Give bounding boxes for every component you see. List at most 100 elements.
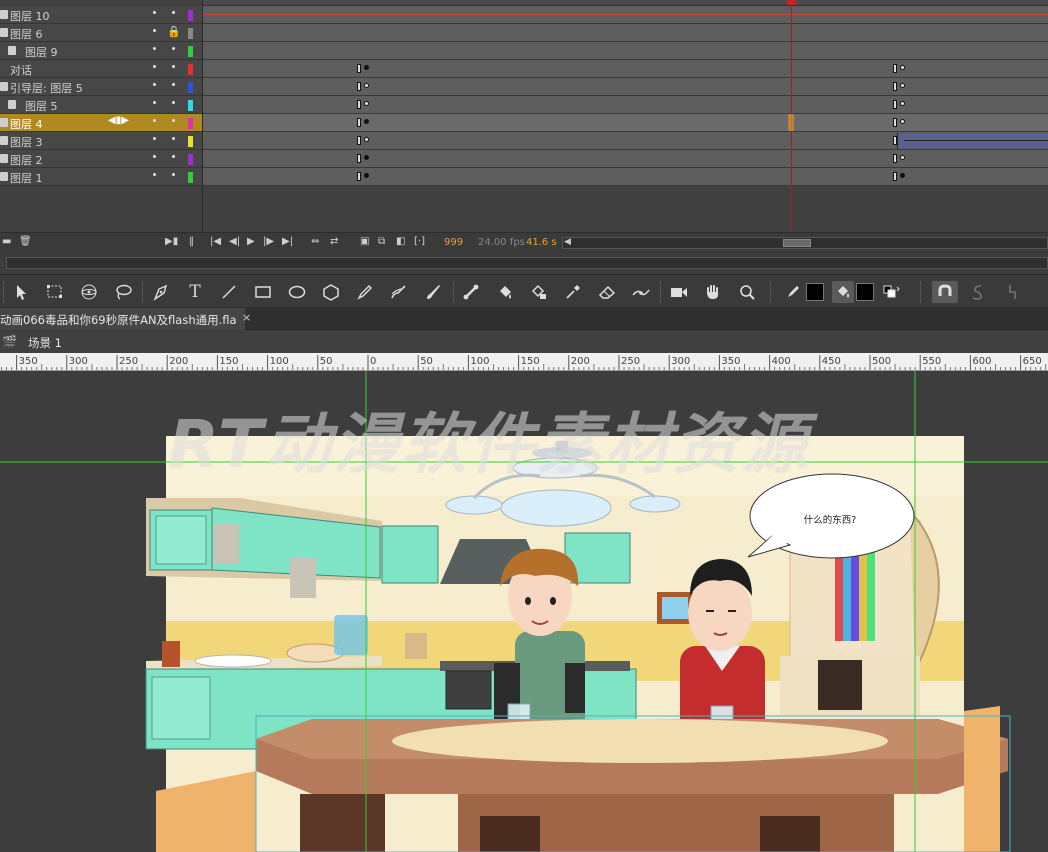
keyframe[interactable] [900,119,905,124]
layer-row[interactable]: 图层 3 [0,132,202,150]
width-tool-icon[interactable] [630,281,652,303]
loop-icon[interactable]: ⇄ [330,236,338,247]
scene-name[interactable]: 场景 1 [28,335,62,351]
layer-name[interactable]: 图层 4 [10,116,43,132]
modify-markers-icon[interactable]: [·] [414,236,425,247]
stroke-pencil-icon[interactable] [782,281,804,303]
onion-outline-icon[interactable]: ⧉ [378,236,385,247]
bone-tool-icon[interactable] [460,281,482,303]
lock-toggle[interactable] [172,65,175,68]
playhead-handle[interactable] [787,0,796,5]
panel-options-icon[interactable]: ‖ [189,236,194,247]
visibility-toggle[interactable] [153,65,156,68]
stroke-color-swatch[interactable] [806,283,824,301]
selection-tool-icon[interactable] [10,281,32,303]
elapsed-time[interactable]: 41.6 s [526,237,557,248]
lock-toggle[interactable] [172,119,175,122]
keyframe-end-marker[interactable] [357,100,361,109]
camera-layer-icon[interactable]: ▶▮ [165,236,178,247]
layer-name[interactable]: 图层 2 [10,152,43,168]
frame-rate[interactable]: 24.00 fps [478,237,525,248]
visibility-toggle[interactable] [153,137,156,140]
keyframe-end-marker[interactable] [357,172,361,181]
polystar-tool-icon[interactable] [320,281,342,303]
layer-row[interactable]: 图层 4 ◀▮▶ [0,114,202,132]
keyframe-end-marker[interactable] [357,118,361,127]
camera-tool-icon[interactable] [668,281,690,303]
keyframe[interactable] [364,65,369,70]
layer-name[interactable]: 图层 10 [10,8,50,24]
lasso-tool-icon[interactable] [112,281,134,303]
zoom-tool-icon[interactable] [736,281,758,303]
layer-row[interactable]: 引导层: 图层 5 [0,78,202,96]
layer-outline-color[interactable] [188,10,193,21]
keyframe-end-marker[interactable] [893,82,897,91]
frame-row[interactable] [203,114,1048,132]
swap-colors-icon[interactable] [880,281,902,303]
scrollbar-thumb[interactable] [783,239,811,247]
layer-outline-color[interactable] [188,118,193,129]
keyframe[interactable] [900,83,905,88]
frame-row[interactable] [203,60,1048,78]
keyframe[interactable] [364,119,369,124]
visibility-toggle[interactable] [153,155,156,158]
lock-toggle[interactable] [172,101,175,104]
layer-outline-color[interactable] [188,136,193,147]
layer-outline-color[interactable] [188,46,193,57]
frame-row[interactable] [203,78,1048,96]
document-tab[interactable]: 动画066毒品和你69秒原件AN及flash通用.fla [0,308,245,330]
keyframe-end-marker[interactable] [893,100,897,109]
keyframe[interactable] [900,173,905,178]
layer-name[interactable]: 图层 3 [10,134,43,150]
classic-tween[interactable] [897,133,1048,149]
layer-outline-color[interactable] [188,100,193,111]
layer-outline-color[interactable] [188,154,193,165]
keyframe-end-marker[interactable] [357,82,361,91]
lock-toggle[interactable] [172,83,175,86]
visibility-toggle[interactable] [153,119,156,122]
next-frame-icon[interactable]: |▶ [263,236,274,247]
straighten-tool-icon[interactable] [1001,281,1023,303]
visibility-toggle[interactable] [153,29,156,32]
ink-bottle-tool-icon[interactable] [528,281,550,303]
property-strip[interactable] [6,257,1048,269]
fill-color-swatch[interactable] [856,283,874,301]
lock-toggle[interactable] [172,173,175,176]
horizontal-ruler[interactable]: 350 300 250 200 150 100 50 0 50 100 150 200 250 300 35… [0,353,1048,371]
keyframe-end-marker[interactable] [893,64,897,73]
keyframe-end-marker[interactable] [357,154,361,163]
center-frame-icon[interactable]: ⇔ [311,236,319,247]
timeline-scrollbar[interactable]: ◀ [562,237,1048,249]
keyframe-end-marker[interactable] [893,172,897,181]
layer-row[interactable]: 图层 10 [0,6,202,24]
free-transform-tool-icon[interactable] [44,281,66,303]
frame-row[interactable] [203,24,1048,42]
keyframe-end-marker[interactable] [893,154,897,163]
keyframe-end-marker[interactable] [357,136,361,145]
oval-tool-icon[interactable] [286,281,308,303]
brush-tool-icon[interactable] [422,281,444,303]
keyframe[interactable] [900,101,905,106]
last-frame-icon[interactable]: ▶| [282,236,293,247]
pen-tool-icon[interactable] [150,281,172,303]
paint-bucket-tool-icon[interactable] [494,281,516,303]
keyframe[interactable] [900,65,905,70]
scroll-left-icon[interactable]: ◀ [564,237,571,247]
snap-magnet-icon[interactable] [932,281,958,303]
keyframe[interactable] [364,137,369,142]
eyedropper-tool-icon[interactable] [562,281,584,303]
layer-row[interactable]: 图层 5 [0,96,202,114]
keyframe[interactable] [364,173,369,178]
pencil-tool-icon[interactable] [354,281,376,303]
layer-outline-color[interactable] [188,172,193,183]
edit-multiple-frames-icon[interactable]: ◧ [396,236,405,247]
paint-brush-tool-icon[interactable] [388,281,410,303]
lock-toggle[interactable] [172,155,175,158]
frame-row[interactable] [203,42,1048,60]
fill-bucket-icon[interactable] [832,281,854,303]
stage[interactable]: RT动漫软件素材资源 什么的东西? [0,371,1048,852]
play-icon[interactable]: ▶ [247,236,255,247]
layer-name[interactable]: 对话 [10,62,32,78]
layer-name[interactable]: 图层 9 [25,44,58,60]
frame-grid[interactable] [203,6,1048,186]
